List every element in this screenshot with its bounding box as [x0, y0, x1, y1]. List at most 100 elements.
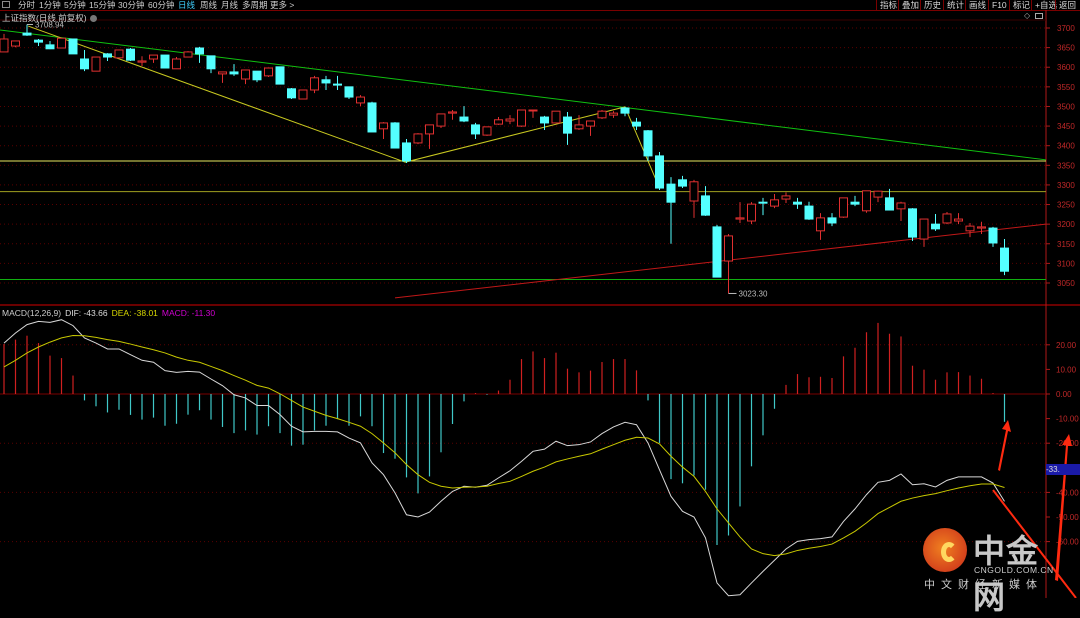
candle-body [586, 120, 595, 127]
candle-body [839, 197, 848, 218]
candle [206, 55, 216, 74]
candle [793, 197, 802, 209]
candle [747, 202, 756, 225]
candle [965, 222, 975, 238]
candle-body [126, 48, 135, 61]
candle [183, 51, 193, 58]
chart-title: 上证指数(日线 前复权) [2, 12, 97, 24]
candle-body [160, 54, 170, 69]
price-tick-label: 3700 [1057, 24, 1075, 33]
price-tick-label: 3450 [1057, 122, 1075, 131]
candle-body [632, 121, 641, 127]
candle-body [781, 195, 791, 200]
candle-body [551, 110, 561, 124]
candle-body [850, 201, 860, 205]
candle [563, 111, 572, 145]
candle-body [862, 190, 871, 212]
dea-value: DEA: -38.01 [111, 308, 158, 318]
candle-body [22, 32, 32, 36]
candle-body [540, 116, 549, 124]
candle [390, 122, 400, 149]
candle-body [367, 102, 377, 133]
price-tick-label: 3050 [1057, 279, 1075, 288]
candle-body [218, 71, 227, 75]
candle [459, 106, 469, 123]
candle [804, 201, 814, 220]
candle-body [379, 122, 388, 130]
trend-line [0, 29, 1046, 161]
candle [712, 224, 722, 278]
candle-body [402, 142, 411, 162]
candle [931, 213, 940, 231]
price-tick-label: 3350 [1057, 161, 1075, 170]
candle-body [712, 226, 722, 278]
macd-name[interactable]: MACD(12,26,9) [2, 308, 61, 318]
price-tick-label: 3650 [1057, 44, 1075, 53]
dif-value: DIF: -43.66 [65, 308, 108, 318]
red-arrow-icon [998, 420, 1011, 471]
candle-body [68, 38, 78, 55]
candle-body [264, 67, 273, 77]
candle-body [977, 226, 986, 229]
candle [436, 113, 446, 129]
candle [91, 56, 101, 72]
candle-body [965, 225, 975, 232]
candle-body [735, 217, 745, 220]
candle-body [172, 58, 181, 70]
candle-body [873, 190, 883, 198]
candle-body [609, 112, 618, 116]
dropdown-icon[interactable] [89, 15, 97, 23]
candle-body [655, 155, 664, 189]
candle-body [321, 79, 331, 84]
candle-body [747, 203, 756, 222]
candle-body [804, 205, 814, 220]
candle-body [827, 217, 837, 224]
candle [11, 40, 20, 48]
candle-body [0, 38, 9, 53]
candle-body [45, 44, 55, 50]
candle [643, 129, 653, 161]
macd-tick-label: -10.00 [1056, 415, 1079, 424]
candle [333, 75, 342, 90]
diamond-icon[interactable]: ◇ [1024, 11, 1030, 20]
candle [103, 53, 112, 61]
candle-body [183, 51, 193, 58]
candle-body [57, 37, 66, 49]
candle [356, 95, 365, 107]
candle [310, 75, 319, 94]
candle [149, 54, 158, 63]
candle [839, 197, 848, 218]
candle-body [436, 113, 446, 127]
candle [620, 106, 630, 117]
candle-body [563, 116, 572, 134]
candle [344, 86, 354, 100]
candle [137, 56, 147, 67]
candle-body [482, 126, 492, 136]
candle [241, 69, 250, 85]
candle-body [758, 201, 768, 204]
candle [321, 75, 331, 90]
candle-body [770, 199, 779, 207]
candle [873, 190, 883, 203]
candle [942, 211, 952, 225]
candle-body [597, 110, 607, 119]
candle [471, 122, 480, 140]
candle [735, 202, 745, 223]
candle-body [724, 235, 733, 262]
price-tick-label: 3300 [1057, 181, 1075, 190]
candle [80, 49, 89, 72]
candle-body [689, 181, 699, 202]
candle-body [666, 183, 676, 203]
candle-body [908, 208, 917, 238]
candle [218, 71, 227, 83]
stock-chart[interactable]: 3700 3650 3600 3550 3500 3450 3400 3350 3300 3250… [0, 0, 1080, 598]
candle [908, 208, 917, 242]
candle [0, 33, 9, 53]
candle [862, 190, 871, 213]
candle [770, 193, 779, 209]
candle-body [310, 77, 319, 91]
candle-body [241, 69, 250, 80]
panel-toggle-icon[interactable] [1035, 13, 1043, 19]
candle [954, 213, 963, 225]
candle-body [954, 218, 963, 222]
